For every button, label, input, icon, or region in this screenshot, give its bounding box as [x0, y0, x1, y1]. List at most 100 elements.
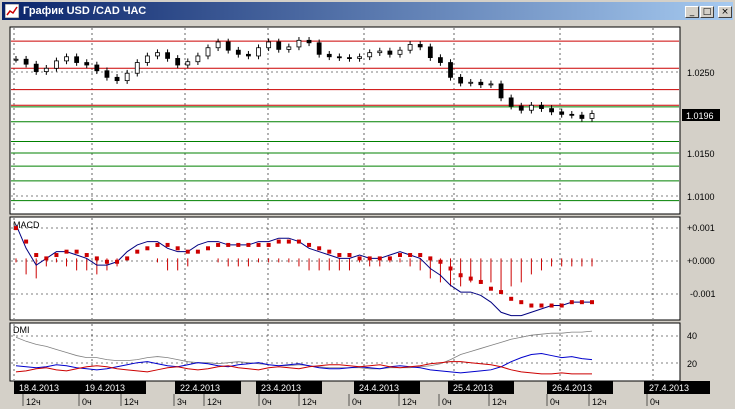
date-axis: 18.4.2013 19.4.2013 22.4.2013 23.4.2013 24.4… [14, 381, 710, 394]
hour-label: 0ч [550, 397, 560, 407]
candle-body [215, 41, 221, 49]
candle-body [155, 52, 160, 57]
macd-signal-dot [579, 300, 584, 305]
candle-body [458, 76, 464, 84]
candle-body [589, 113, 595, 119]
close-button[interactable]: × [718, 6, 732, 18]
macd-signal-dot [104, 259, 109, 264]
candle-body [387, 50, 393, 55]
candle-body [427, 46, 433, 59]
candle-body [286, 46, 292, 50]
macd-signal-dot [296, 239, 301, 244]
macd-signal-dot [125, 256, 130, 261]
macd-signal-dot [357, 256, 362, 261]
candle-body [134, 62, 140, 74]
candle-body [357, 56, 362, 59]
macd-axis: +0.001 +0.000 -0.001 [687, 223, 716, 299]
candle-body [74, 56, 80, 63]
title-bar[interactable]: График USD /CAD ЧАС _ □ × [2, 2, 733, 20]
hour-label: 12ч [302, 397, 317, 407]
candle-body [266, 41, 272, 49]
candle-body [488, 83, 494, 86]
candle-body [306, 39, 312, 44]
macd-signal-dot [448, 266, 453, 271]
candle-body [518, 105, 524, 111]
candle-body [246, 53, 251, 57]
macd-signal-dot [569, 300, 574, 305]
price-axis: 1.0250 1.0150 1.0100 1.0196 [682, 68, 720, 202]
macd-axis-label: +0.000 [687, 256, 715, 266]
minimize-button[interactable]: _ [685, 6, 699, 18]
hour-label: 12ч [402, 397, 417, 407]
macd-signal-dot [488, 286, 493, 291]
candle-body [508, 97, 514, 107]
candle-body [185, 61, 191, 66]
macd-signal-dot [377, 256, 382, 261]
candle-body [23, 58, 29, 65]
date-label: 27.4.2013 [649, 383, 689, 393]
candle-body [417, 44, 423, 48]
macd-signal-dot [226, 242, 231, 247]
chart-app-icon [5, 4, 19, 18]
macd-signal-dot [94, 256, 99, 261]
hour-label: 12ч [26, 397, 41, 407]
candle-body [478, 81, 484, 86]
hour-axis: 12ч 0ч 12ч 3ч 12ч 0ч 12ч 0ч 12ч 0ч 12ч 0ч 12ч 0ч [22, 394, 660, 407]
candle-body [347, 57, 352, 59]
candle-body [13, 58, 19, 61]
price-panel [9, 26, 681, 215]
macd-axis-label: +0.001 [687, 223, 715, 233]
date-label: 23.4.2013 [261, 383, 301, 393]
candle-body [175, 58, 181, 66]
current-price-label: 1.0196 [686, 111, 714, 121]
candle-body [296, 39, 302, 48]
hour-label: 0ч [650, 397, 660, 407]
hour-label: 12ч [124, 397, 139, 407]
macd-signal-dot [135, 249, 140, 254]
macd-signal-dot [74, 249, 79, 254]
macd-signal-dot [165, 242, 170, 247]
candle-body [64, 56, 69, 62]
candle-body [54, 60, 59, 69]
macd-signal-dot [206, 246, 210, 251]
macd-signal-dot [276, 239, 281, 244]
dmi-axis-label: 40 [687, 331, 697, 341]
price-axis-label: 1.0100 [687, 192, 715, 202]
maximize-button[interactable]: □ [700, 6, 714, 18]
macd-signal-dot [539, 303, 544, 308]
macd-signal-dot [185, 249, 190, 254]
hour-label: 12ч [492, 397, 507, 407]
candle-body [326, 53, 332, 58]
candle-body [407, 44, 413, 51]
macd-signal-dot [509, 296, 514, 301]
macd-axis-label: -0.001 [690, 289, 716, 299]
candle-body [498, 83, 504, 99]
candle-body [448, 62, 453, 78]
hour-label: 0ч [82, 397, 92, 407]
dmi-panel [9, 322, 681, 382]
macd-signal-dot [14, 226, 18, 231]
candle-body [559, 111, 565, 115]
date-label: 25.4.2013 [453, 383, 493, 393]
macd-signal-dot [529, 303, 534, 308]
macd-signal-dot [24, 239, 29, 244]
date-label: 18.4.2013 [19, 383, 59, 393]
candle-body [235, 49, 241, 55]
window-title: График USD /CAD ЧАС [23, 5, 147, 17]
macd-signal-dot [195, 249, 200, 254]
date-label: 19.4.2013 [85, 383, 125, 393]
candle-body [579, 114, 585, 119]
candle-body [569, 113, 575, 116]
candle-body [336, 56, 342, 59]
macd-signal-dot [387, 256, 392, 261]
candle-body [468, 81, 474, 84]
macd-signal-dot [307, 242, 312, 247]
candle-body [104, 70, 110, 78]
macd-signal-dot [418, 253, 423, 258]
chart-window: График USD /CAD ЧАС _ □ × 1.0250 1.0150 … [0, 0, 735, 409]
chart-canvas[interactable]: 1.0250 1.0150 1.0100 1.0196 MACD +0.001 … [2, 21, 733, 407]
candle-body [195, 55, 201, 63]
macd-signal-dot [317, 246, 322, 251]
macd-signal-dot [246, 242, 251, 247]
dmi-panel-name: DMI [13, 325, 30, 335]
